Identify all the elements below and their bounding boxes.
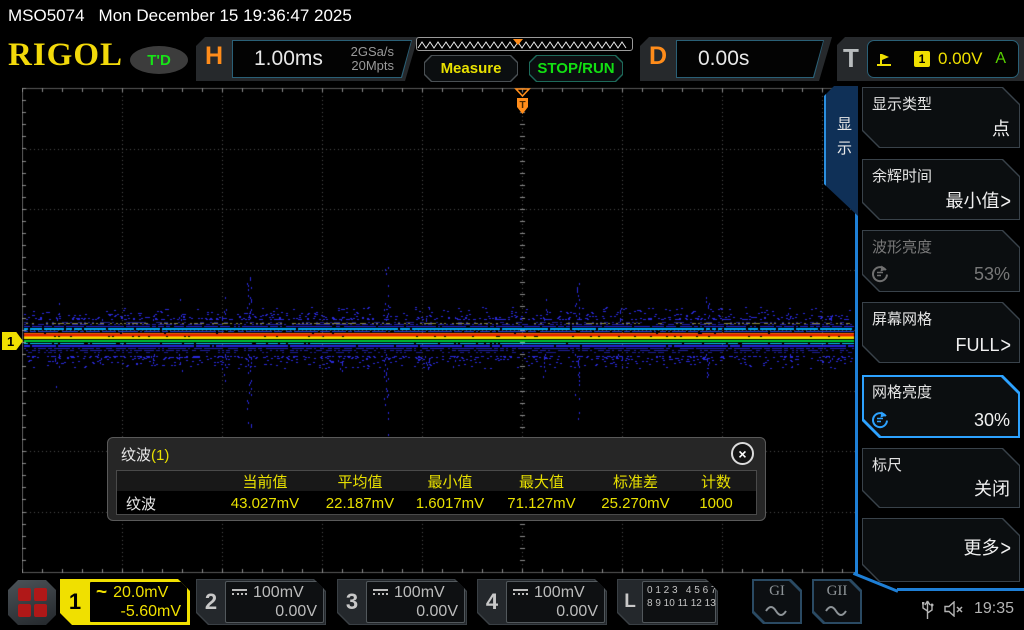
dc-coupling-icon (513, 589, 528, 597)
dc-coupling-icon (373, 589, 388, 597)
preview-zigzag-icon (417, 39, 630, 51)
logic-row-1: 0 1 2 3 4 5 6 7 (647, 584, 713, 597)
sidebar-border-bottom (897, 588, 1024, 591)
channel-offset: -5.60mV (96, 603, 181, 623)
logic-row-2: 8 9 10 11 12 13 14 15 (647, 597, 713, 610)
channel-4-button[interactable]: 4 100mV 0.00V (477, 579, 607, 625)
stop-run-button[interactable]: STOP/RUN (529, 55, 623, 82)
speaker-muted-icon (944, 601, 964, 617)
model-name: MSO5074 (8, 6, 85, 26)
main-menu-button[interactable] (8, 580, 56, 625)
table-header-row: 当前值 平均值 最小值 最大值 标准差 计数 (117, 471, 756, 491)
datetime: Mon December 15 19:36:47 2025 (99, 6, 352, 26)
rotary-knob-icon (871, 411, 889, 429)
menu-item-screen-grid[interactable]: 屏幕网格 FULL> (862, 302, 1020, 363)
channel-offset: 0.00V (232, 603, 317, 623)
menu-item-display-type[interactable]: 显示类型 点 (862, 87, 1020, 148)
chevron-right-icon: > (1000, 188, 1011, 214)
channel1-position-marker[interactable]: 1 (2, 332, 23, 350)
acquisition-info: 2GSa/s 20Mpts (351, 45, 394, 73)
menu-grid-icon (18, 588, 31, 601)
svg-text:T: T (519, 100, 525, 111)
generator-1-button[interactable]: GI (752, 579, 802, 624)
trigger-position-marker[interactable]: T (514, 88, 531, 115)
trigger-level-value: 0.00V (938, 49, 982, 69)
trigger-mode-indicator: A (995, 50, 1006, 68)
timebase-panel: 1.00ms 2GSa/s 20Mpts (232, 40, 412, 78)
delay-value: 0.00s (698, 47, 749, 71)
top-status-bar: MSO5074 Mon December 15 19:36:47 2025 (0, 0, 1024, 32)
preview-trigger-position-icon (513, 39, 523, 45)
trigger-source-badge: 1 (914, 51, 930, 67)
table-row: 纹波 43.027mV 22.187mV 1.6017mV 71.127mV 2… (117, 491, 756, 516)
menu-item-ruler[interactable]: 标尺 关闭 (862, 448, 1020, 508)
channel-offset: 0.00V (513, 603, 598, 623)
channel-scale: 100mV (394, 584, 445, 602)
chevron-right-icon: > (1000, 535, 1011, 561)
chevron-right-icon: > (1000, 332, 1011, 358)
t-label: T (843, 43, 859, 74)
edge-trigger-icon (876, 52, 892, 67)
menu-grid-icon (34, 588, 47, 601)
delay-panel: 0.00s (676, 40, 824, 78)
clock: 19:35 (974, 600, 1014, 618)
dc-coupling-icon (232, 589, 247, 597)
menu-grid-icon (34, 604, 47, 617)
h-label: H (205, 42, 223, 71)
channel-2-button[interactable]: 2 100mV 0.00V (196, 579, 326, 625)
channel-scale: 100mV (534, 584, 585, 602)
generator-2-button[interactable]: GII (812, 579, 862, 624)
timebase-value: 1.00ms (254, 47, 323, 71)
channel-scale: 20.0mV (113, 584, 168, 602)
channel-1-button[interactable]: 1 ~ 20.0mV -5.60mV (60, 579, 190, 625)
trigger-settings-button[interactable]: T 1 0.00V A (837, 37, 1024, 81)
rotary-knob-icon (871, 265, 889, 283)
ac-coupling-icon: ~ (96, 588, 107, 598)
horizontal-timebase-button[interactable]: H 1.00ms 2GSa/s 20Mpts (196, 37, 418, 81)
sine-wave-icon (765, 603, 789, 617)
measure-button[interactable]: Measure (424, 55, 518, 82)
logic-channels-button[interactable]: L 0 1 2 3 4 5 6 7 8 9 10 11 12 13 14 15 (617, 579, 718, 625)
d-label: D (649, 42, 667, 71)
menu-item-persistence-time[interactable]: 余辉时间 最小值> (862, 159, 1020, 220)
memory-depth: 20Mpts (351, 58, 394, 73)
usb-icon (921, 598, 934, 620)
trigger-status-badge: T'D (130, 46, 188, 74)
sine-wave-icon (825, 603, 849, 617)
close-icon[interactable]: × (731, 442, 754, 465)
trigger-panel: 1 0.00V A (867, 40, 1019, 78)
menu-item-more[interactable]: 更多> (862, 518, 1020, 582)
rigol-logo: RIGOL (8, 37, 123, 74)
menu-item-grid-brightness[interactable]: 网格亮度 30% (862, 375, 1020, 438)
delay-button[interactable]: D 0.00s (640, 37, 832, 81)
measurement-table: 当前值 平均值 最小值 最大值 标准差 计数 纹波 43.027mV 22.18… (116, 470, 757, 515)
measurement-popup: 纹波(1) × 当前值 平均值 最小值 最大值 标准差 计数 纹波 43.027… (107, 437, 766, 521)
popup-title: 纹波(1) (121, 444, 169, 465)
menu-item-waveform-intensity[interactable]: 波形亮度 53% (862, 230, 1020, 292)
channel-offset: 0.00V (373, 603, 458, 623)
sample-rate: 2GSa/s (351, 44, 394, 59)
channel-scale: 100mV (253, 584, 304, 602)
waveform-preview-strip[interactable] (416, 37, 633, 51)
menu-grid-icon (18, 604, 31, 617)
status-area: 19:35 (921, 598, 1014, 620)
channel-3-button[interactable]: 3 100mV 0.00V (337, 579, 467, 625)
